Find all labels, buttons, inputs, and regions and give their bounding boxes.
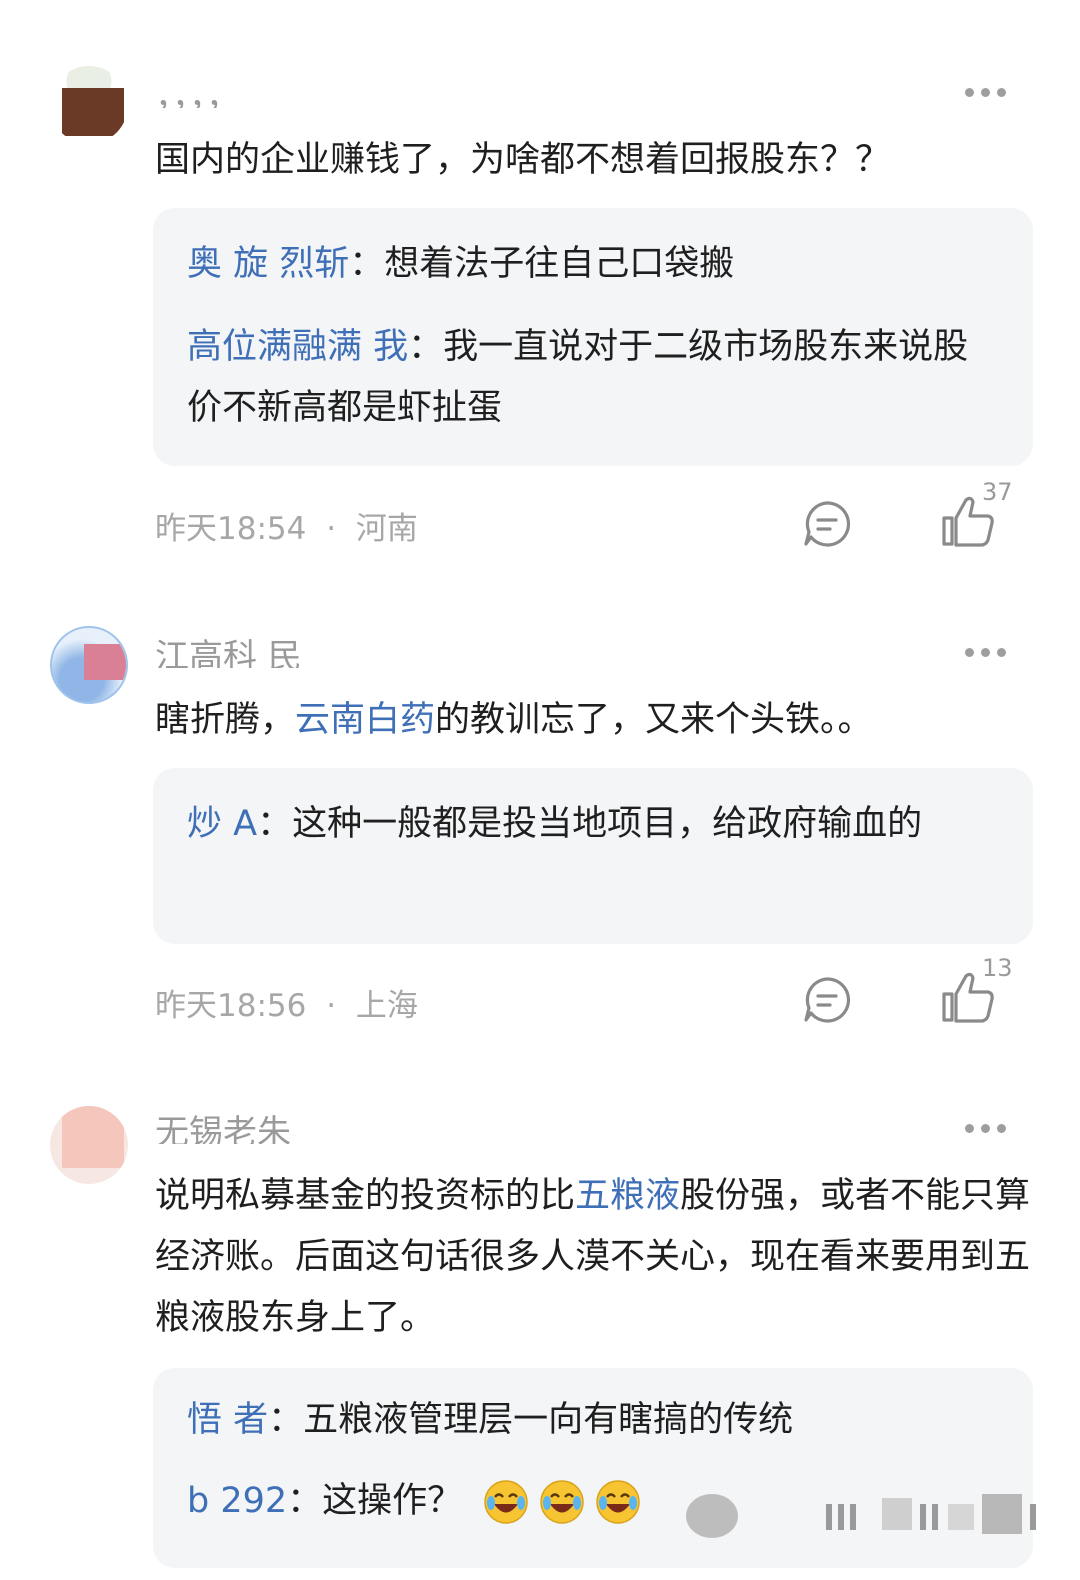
- reply-bubble-icon[interactable]: [802, 499, 852, 549]
- avatar[interactable]: [50, 1106, 128, 1184]
- reply-separator: ：: [257, 804, 293, 844]
- comment-meta: 昨天18:56 · 上海: [155, 980, 418, 1025]
- comment-time: 昨天18:56: [155, 988, 307, 1024]
- comment-location: 上海: [355, 988, 418, 1024]
- reply-separator: ：: [287, 1481, 323, 1521]
- reply-text: 想着法子往自己口袋搬: [384, 244, 735, 284]
- laughing-crying-emoji-icon: [540, 1480, 585, 1524]
- reply-list[interactable]: 炒 A：这种一般都是投当地项目，给政府输血的: [153, 768, 1033, 944]
- laughing-crying-emoji-icon: [484, 1480, 529, 1524]
- reply-author[interactable]: 悟 者: [187, 1400, 268, 1440]
- like-count: 13: [982, 954, 1013, 982]
- reply-author[interactable]: 奥 旋 烈斩: [187, 244, 349, 284]
- reply-bubble-icon[interactable]: [802, 975, 852, 1025]
- reply-text: 这操作？: [322, 1481, 463, 1521]
- more-dots-icon[interactable]: [962, 85, 1010, 99]
- comment-time: 昨天18:54: [155, 511, 307, 547]
- laughing-crying-emoji-icon: [596, 1480, 641, 1524]
- reply-separator: ：: [408, 327, 444, 367]
- comment-text-part: 的教训忘了，又来个头铁。。: [435, 700, 873, 740]
- reply-text: 这种一般都是投当地项目，给政府输血的: [292, 804, 923, 844]
- reply-item[interactable]: 高位满融满 我：我一直说对于二级市场股东来说股价不新高都是虾扯蛋: [187, 317, 999, 439]
- reply-item[interactable]: 炒 A：这种一般都是投当地项目，给政府输血的: [187, 794, 999, 855]
- comment-text: 瞎折腾，云南白药的教训忘了，又来个头铁。。: [155, 690, 1035, 751]
- watermark-mosaic: [686, 1494, 1036, 1538]
- more-dots-icon[interactable]: [962, 645, 1010, 659]
- reply-text: 五粮液管理层一向有瞎搞的传统: [303, 1400, 794, 1440]
- reply-item[interactable]: 奥 旋 烈斩：想着法子往自己口袋搬: [187, 234, 999, 295]
- like-count: 37: [982, 478, 1013, 506]
- username[interactable]: 江高科 民: [155, 634, 302, 668]
- comment-text-part: 瞎折腾，: [155, 700, 296, 740]
- avatar[interactable]: [50, 66, 128, 144]
- meta-dot: ·: [326, 511, 337, 547]
- reply-separator: ：: [349, 244, 385, 284]
- comment-location: 河南: [355, 511, 418, 547]
- reply-author[interactable]: 炒 A: [187, 804, 257, 844]
- reply-separator: ：: [268, 1400, 304, 1440]
- meta-dot: ·: [326, 988, 337, 1024]
- username[interactable]: ，，，，: [155, 74, 240, 108]
- reply-author[interactable]: 高位满融满 我: [187, 327, 408, 367]
- username[interactable]: 无锡老朱: [155, 1110, 291, 1144]
- reply-list[interactable]: 奥 旋 烈斩：想着法子往自己口袋搬 高位满融满 我：我一直说对于二级市场股东来说…: [153, 208, 1033, 466]
- more-dots-icon[interactable]: [962, 1121, 1010, 1135]
- comment-meta: 昨天18:54 · 河南: [155, 503, 418, 548]
- reply-item[interactable]: 悟 者：五粮液管理层一向有瞎搞的传统: [187, 1390, 999, 1451]
- comment-text: 国内的企业赚钱了，为啥都不想着回报股东？？: [155, 140, 891, 180]
- reply-author[interactable]: b 292: [187, 1481, 287, 1521]
- comment-text-part: 说明私募基金的投资标的比: [155, 1176, 576, 1216]
- stock-link[interactable]: 云南白药: [295, 700, 435, 740]
- avatar[interactable]: [50, 626, 128, 704]
- comment-text: 说明私募基金的投资标的比五粮液股份强，或者不能只算经济账。后面这句话很多人漠不关…: [155, 1166, 1035, 1349]
- stock-link[interactable]: 五粮液: [575, 1176, 680, 1216]
